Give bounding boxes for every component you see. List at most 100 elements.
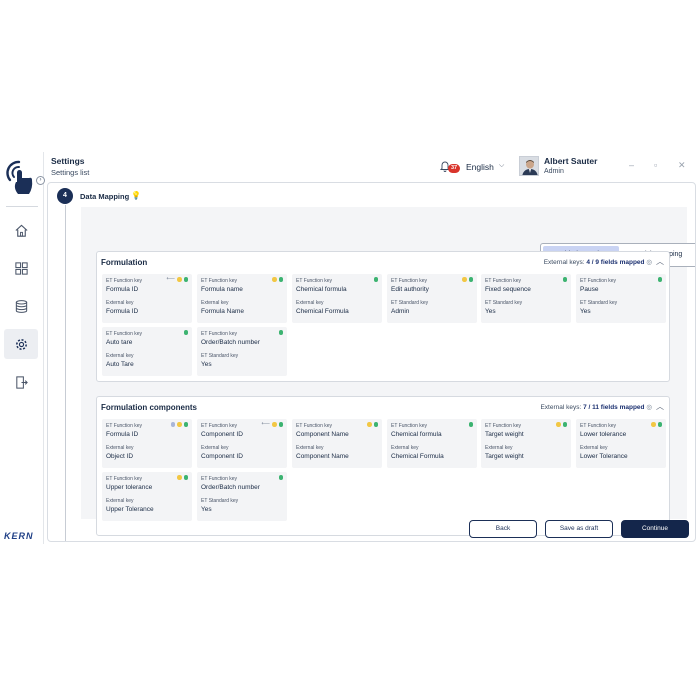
language-selector[interactable]: English bbox=[466, 162, 494, 172]
mapping-card[interactable]: ET Function key Component Name External ke… bbox=[292, 419, 382, 468]
status-dot-icon bbox=[468, 422, 473, 427]
minimize-window-button[interactable]: – bbox=[629, 160, 634, 170]
status-dot-icon bbox=[468, 277, 473, 282]
status-dot-icon bbox=[183, 475, 188, 480]
mapping-card[interactable]: ET Function key Edit authority ET Standard… bbox=[387, 274, 477, 323]
mapping-card[interactable]: ET Function key Order/Batch number ET Stan… bbox=[197, 327, 287, 376]
external-key-value: Chemical Formula bbox=[391, 453, 444, 460]
external-key-label: External key bbox=[296, 300, 324, 306]
external-key-value: Chemical Formula bbox=[296, 308, 349, 315]
status-dot-icon bbox=[462, 277, 467, 282]
external-key-label: External key bbox=[391, 445, 419, 451]
eye-icon[interactable]: ◎ bbox=[646, 404, 652, 411]
external-key-label: External key bbox=[106, 353, 134, 359]
sidebar-item-home[interactable] bbox=[4, 215, 38, 245]
notification-badge: 37 bbox=[448, 164, 460, 173]
data-mapping-panel: 4 Data Mapping 💡 ⟵Unique key◎Foreign key… bbox=[47, 182, 696, 542]
lightbulb-icon[interactable]: 💡 bbox=[131, 191, 141, 200]
mapping-card[interactable]: ET Function key Formula ID External key Obj… bbox=[102, 419, 192, 468]
back-button[interactable]: Back bbox=[469, 520, 537, 538]
function-key-value: Edit authority bbox=[391, 286, 429, 293]
status-indicators: ⟵ bbox=[261, 421, 283, 427]
status-indicators bbox=[177, 475, 188, 480]
mapping-card[interactable]: ET Function key Target weight External key… bbox=[481, 419, 571, 468]
collapse-section-button[interactable]: ︿ bbox=[656, 256, 664, 267]
external-key-value: Yes bbox=[201, 506, 212, 513]
maximize-window-button[interactable]: ▫ bbox=[654, 160, 657, 170]
chevron-down-icon[interactable]: ⌵ bbox=[499, 162, 504, 170]
function-key-label: ET Function key bbox=[580, 423, 617, 429]
mapping-card[interactable]: ET Function key Component ID External key C… bbox=[197, 419, 287, 468]
status-indicators bbox=[462, 277, 473, 282]
external-key-value: Formula ID bbox=[106, 308, 139, 315]
function-key-label: ET Function key bbox=[201, 423, 238, 429]
sidebar-item-logout[interactable] bbox=[4, 367, 38, 397]
mapping-card[interactable]: ET Function key Order/Batch number ET Stan… bbox=[197, 472, 287, 521]
close-window-button[interactable]: ✕ bbox=[678, 160, 686, 171]
status-dot-icon bbox=[556, 422, 561, 427]
function-key-label: ET Function key bbox=[201, 278, 238, 284]
mapping-card[interactable]: ET Function key Auto tare External key Auto… bbox=[102, 327, 192, 376]
status-indicators bbox=[278, 475, 283, 480]
external-key-label: ET Standard key bbox=[201, 498, 239, 504]
function-key-label: ET Function key bbox=[106, 331, 143, 337]
status-indicators bbox=[278, 330, 283, 335]
sidebar: › KERN bbox=[0, 152, 45, 544]
external-key-value: Component ID bbox=[201, 453, 243, 460]
function-key-value: Chemical formula bbox=[296, 286, 347, 293]
external-key-label: External key bbox=[106, 445, 134, 451]
kern-brand-logo: KERN bbox=[4, 531, 34, 541]
external-key-label: ET Standard key bbox=[580, 300, 618, 306]
status-dot-icon bbox=[367, 422, 372, 427]
mapping-card[interactable]: ET Function key Chemical formula External … bbox=[292, 274, 382, 323]
status-dot-icon bbox=[373, 422, 378, 427]
status-indicators bbox=[170, 422, 188, 427]
status-dot-icon bbox=[177, 277, 182, 282]
function-key-label: ET Function key bbox=[296, 278, 333, 284]
function-key-value: Component Name bbox=[296, 431, 349, 438]
mapping-card[interactable]: ET Function key Lower tolerance External k… bbox=[576, 419, 666, 468]
mapping-card[interactable]: ET Function key Pause ET Standard key Yes bbox=[576, 274, 666, 323]
function-key-label: ET Function key bbox=[106, 278, 143, 284]
status-dot-icon bbox=[272, 277, 277, 282]
external-key-value: Upper Tolerance bbox=[106, 506, 154, 513]
sidebar-item-database[interactable] bbox=[4, 291, 38, 321]
status-indicators bbox=[556, 422, 567, 427]
function-key-label: ET Function key bbox=[106, 476, 143, 482]
gear-icon bbox=[15, 338, 27, 350]
mapping-card[interactable]: ET Function key Formula name External key F… bbox=[197, 274, 287, 323]
mapping-card[interactable]: ET Function key Formula ID External key For… bbox=[102, 274, 192, 323]
status-indicators bbox=[183, 330, 188, 335]
mapping-card[interactable]: ET Function key Chemical formula External … bbox=[387, 419, 477, 468]
status-dot-icon bbox=[183, 422, 188, 427]
collapse-section-button[interactable]: ︿ bbox=[656, 401, 664, 412]
status-indicators: ⟵ bbox=[166, 276, 188, 282]
function-key-label: ET Function key bbox=[391, 278, 428, 284]
external-key-label: ET Standard key bbox=[485, 300, 523, 306]
status-indicators bbox=[272, 277, 283, 282]
sidebar-item-dashboard[interactable] bbox=[4, 253, 38, 283]
status-dot-icon bbox=[272, 422, 277, 427]
sidebar-item-settings[interactable] bbox=[4, 329, 38, 359]
status-indicators bbox=[657, 277, 662, 282]
status-dot-icon bbox=[183, 330, 188, 335]
section-formulation: Formulation External keys: 4 / 9 fields … bbox=[96, 251, 670, 382]
avatar[interactable] bbox=[519, 156, 539, 176]
mapping-card[interactable]: ET Function key Upper tolerance External k… bbox=[102, 472, 192, 521]
mapping-card[interactable]: ET Function key Fixed sequence ET Standard… bbox=[481, 274, 571, 323]
function-key-value: Formula ID bbox=[106, 431, 139, 438]
function-key-value: Chemical formula bbox=[391, 431, 442, 438]
step-number: 4 bbox=[57, 188, 73, 204]
external-key-value: Component Name bbox=[296, 453, 349, 460]
function-key-label: ET Function key bbox=[485, 423, 522, 429]
continue-button[interactable]: Continue bbox=[621, 520, 689, 538]
external-key-value: Auto Tare bbox=[106, 361, 134, 368]
status-dot-icon bbox=[278, 330, 283, 335]
eye-icon[interactable]: ◎ bbox=[646, 259, 652, 266]
external-key-label: ET Standard key bbox=[391, 300, 429, 306]
function-key-value: Lower tolerance bbox=[580, 431, 627, 438]
mapped-count: External keys: 4 / 9 fields mapped ◎ bbox=[543, 259, 652, 266]
user-role: Admin bbox=[544, 168, 564, 175]
function-key-value: Formula ID bbox=[106, 286, 139, 293]
save-draft-button[interactable]: Save as draft bbox=[545, 520, 613, 538]
